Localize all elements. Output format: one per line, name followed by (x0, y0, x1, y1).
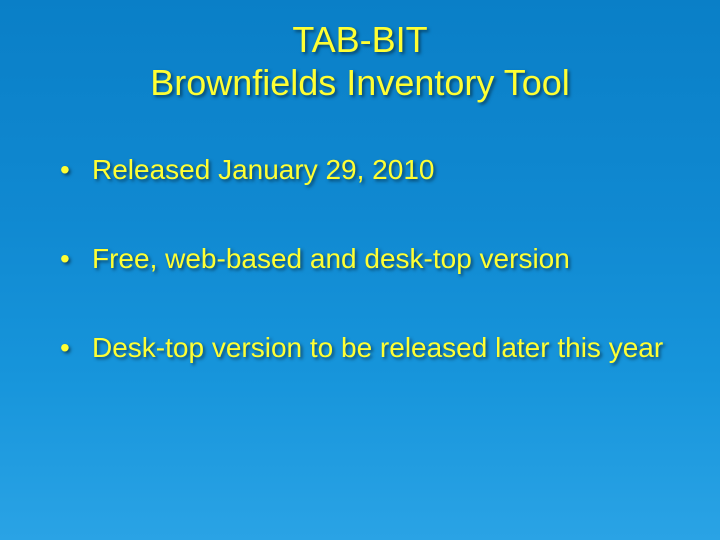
bullet-text: Free, web-based and desk-top version (92, 243, 570, 274)
slide-container: TAB-BIT Brownfields Inventory Tool Relea… (0, 0, 720, 540)
bullet-text: Released January 29, 2010 (92, 154, 434, 185)
list-item: Free, web-based and desk-top version (60, 241, 680, 276)
bullet-list: Released January 29, 2010 Free, web-base… (40, 152, 680, 365)
title-line-1: TAB-BIT (292, 19, 427, 60)
list-item: Released January 29, 2010 (60, 152, 680, 187)
title-line-2: Brownfields Inventory Tool (150, 62, 570, 103)
bullet-text: Desk-top version to be released later th… (92, 332, 663, 363)
slide-title: TAB-BIT Brownfields Inventory Tool (40, 18, 680, 104)
list-item: Desk-top version to be released later th… (60, 330, 680, 365)
